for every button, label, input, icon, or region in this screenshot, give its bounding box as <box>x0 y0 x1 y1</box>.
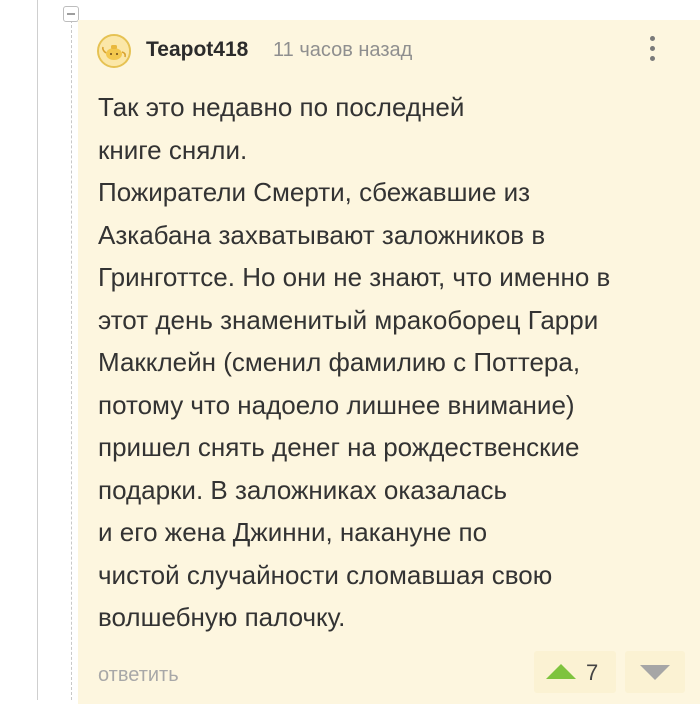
comment-thread: Teapot418 11 часов назад Так это недавно… <box>0 0 700 721</box>
arrow-up-icon <box>546 664 576 679</box>
comment: Teapot418 11 часов назад Так это недавно… <box>78 20 700 704</box>
dot-icon <box>649 46 655 51</box>
thread-line[interactable] <box>37 0 38 700</box>
comment-text-line: пришел снять денег на рождественские <box>98 432 580 462</box>
teapot-avatar-icon[interactable] <box>97 34 131 68</box>
teapot-icon <box>99 36 129 66</box>
comment-text-line: подарки. В заложниках оказалась <box>98 474 508 505</box>
comment-text-line: Пожиратели Смерти, сбежавшие из <box>98 177 531 207</box>
comment-timestamp[interactable]: 11 часов назад <box>273 39 412 62</box>
comment-text-line: Так это недавно по последней <box>98 92 465 122</box>
comment-text-line: Азкабана захватывают заложников в <box>98 219 546 250</box>
rating-count: 7 <box>586 660 599 685</box>
branch-line[interactable] <box>71 20 72 700</box>
footer-gap <box>0 704 700 721</box>
comment-author[interactable]: Teapot418 <box>146 38 248 62</box>
more-options-icon[interactable] <box>644 36 660 68</box>
comment-text-line: книге сняли. <box>98 134 248 165</box>
comment-text-line: Гринготтсе. Но они не знают, что именно … <box>98 262 611 292</box>
comment-text-line: чистой случайности сломавшая свою <box>98 559 553 590</box>
comment-text-line: этот день знаменитый мракоборец Гарри <box>98 304 599 335</box>
comment-text-line: волшебную палочку. <box>98 602 346 632</box>
comment-text-line: Макклейн (сменил фамилию с Поттера, <box>98 347 581 377</box>
dot-icon <box>649 36 655 41</box>
upvote-button[interactable]: 7 <box>534 651 616 693</box>
arrow-down-icon <box>640 665 670 680</box>
downvote-button[interactable] <box>625 651 685 693</box>
reply-button[interactable]: ответить <box>98 664 179 687</box>
collapse-branch-button[interactable] <box>63 6 79 22</box>
dot-icon <box>649 56 655 61</box>
comment-text-line: потому что надоело лишнее внимание) <box>98 389 575 420</box>
comment-text-line: и его жена Джинни, накануне по <box>98 517 488 547</box>
comment-body: Так это недавно по последней книге сняли… <box>98 86 658 639</box>
